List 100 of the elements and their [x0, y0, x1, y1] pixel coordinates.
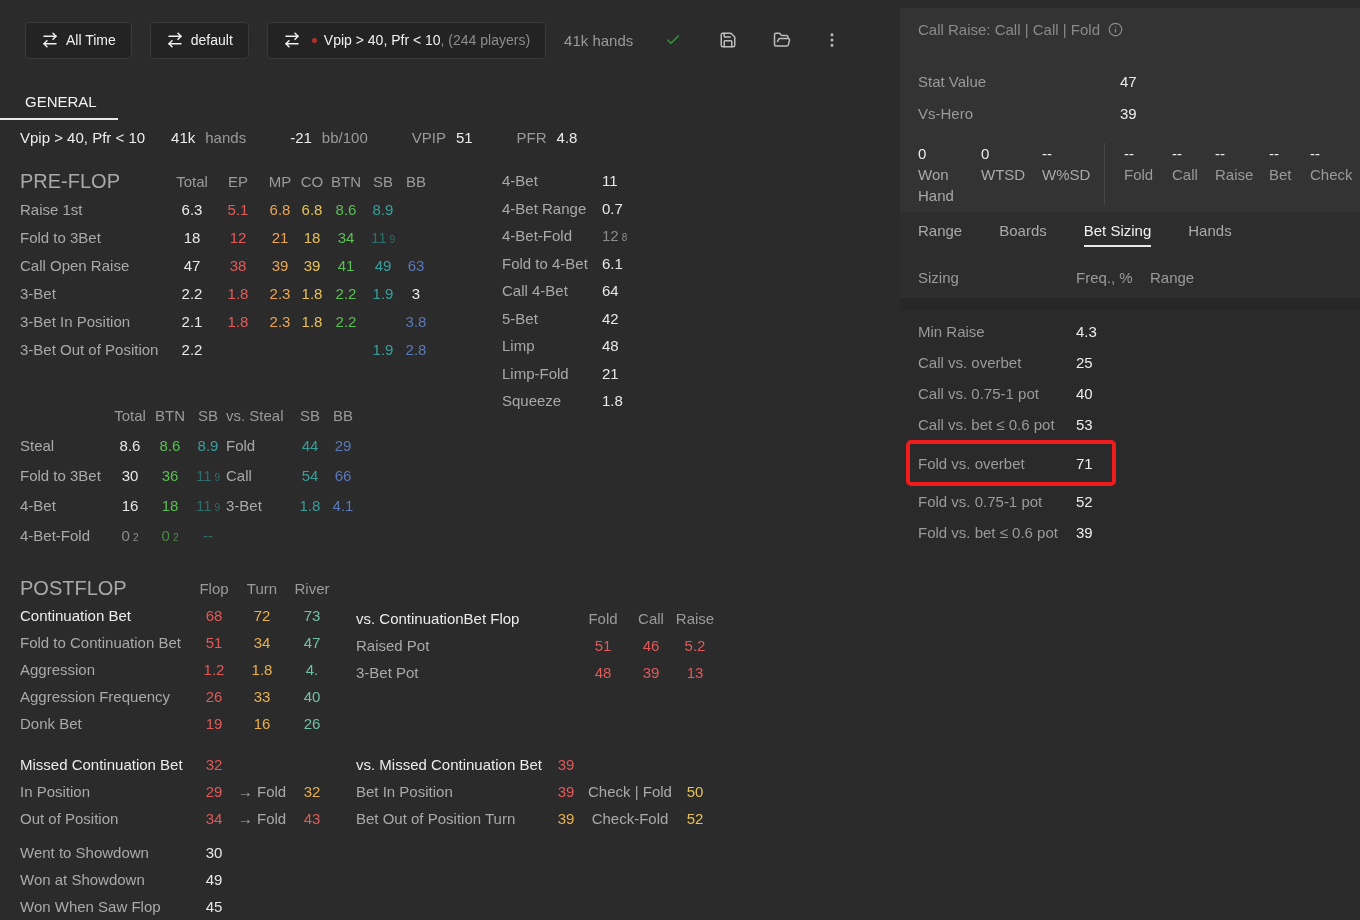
- row-label: Fold to 3Bet: [20, 467, 101, 484]
- row-label: Call Open Raise: [20, 256, 130, 274]
- stat-value: 6.3: [181, 200, 203, 218]
- row-label: Continuation Bet: [20, 606, 131, 624]
- stat-name: Check: [1310, 165, 1353, 185]
- stat-name: Raise: [1215, 165, 1254, 185]
- sizing-label: Fold vs. overbet: [918, 454, 1025, 472]
- swap-icon: [282, 31, 301, 49]
- row-label: 4-Bet-Fold: [20, 527, 91, 544]
- stat-number: --: [1310, 144, 1320, 164]
- column-header: Sizing: [918, 269, 959, 286]
- value-label: Fold: [226, 437, 256, 454]
- column-header: Fold: [588, 609, 618, 627]
- stat-value: 4.: [305, 660, 319, 678]
- stat-value: 39: [271, 256, 289, 274]
- stat-value: 38: [229, 256, 247, 274]
- column-header: SB: [300, 407, 320, 424]
- column-header: vs. Steal: [226, 407, 284, 424]
- section-tab[interactable]: GENERAL: [0, 86, 118, 120]
- stat-value: 33: [253, 687, 271, 705]
- column-header: Flop: [199, 579, 229, 597]
- summary-value: 4.8: [556, 128, 578, 146]
- stat-value: 32: [303, 782, 321, 800]
- summary-unit: hands: [205, 128, 247, 146]
- stat-value: 51: [594, 636, 612, 654]
- swap-icon: [41, 31, 59, 49]
- detail-tab[interactable]: Hands: [1188, 222, 1232, 247]
- stat-value: 45: [205, 897, 223, 915]
- section-title: PRE-FLOP: [20, 169, 121, 193]
- stat-value: 2.2: [335, 284, 357, 302]
- stat-number: --: [1215, 144, 1225, 164]
- row-label: Raise 1st: [20, 200, 83, 218]
- stat-value: 29: [334, 437, 352, 454]
- row-label: Raised Pot: [356, 636, 430, 654]
- stat-value: 2.2: [181, 284, 203, 302]
- column-header: Range: [1150, 269, 1195, 286]
- value-label: → Fold: [237, 782, 287, 800]
- stat-name: Won Hand: [918, 165, 955, 206]
- stat-value: 1.9: [372, 340, 394, 358]
- sizing-label: Call vs. bet ≤ 0.6 pot: [918, 416, 1055, 433]
- row-label: Fold to 4-Bet: [502, 254, 588, 272]
- row-label: Went to Showdown: [20, 843, 149, 861]
- column-header: River: [294, 579, 330, 597]
- stat-value: 39: [557, 755, 575, 773]
- row-label: Aggression: [20, 660, 96, 678]
- range-button[interactable]: All Time: [25, 21, 132, 59]
- stat-value: 46: [642, 636, 660, 654]
- filter-button[interactable]: Vpip > 40, Pfr < 10, (244 players): [266, 21, 547, 59]
- info-icon[interactable]: [1108, 22, 1123, 37]
- row-label: Fold to 3Bet: [20, 228, 101, 246]
- filter-name: Vpip > 40, Pfr < 10: [20, 128, 146, 146]
- detail-title: Call Raise: Call | Call | Fold: [918, 21, 1100, 38]
- detail-tab[interactable]: Range: [918, 222, 963, 247]
- stat-value: 6.8: [301, 200, 323, 218]
- stat-value: 2.2: [181, 340, 203, 358]
- stat-value: 30: [205, 843, 223, 861]
- detail-value: 47: [1120, 72, 1138, 90]
- stat-value: 39: [303, 256, 321, 274]
- stat-name: WTSD: [981, 165, 1027, 185]
- sizing-label: Call vs. overbet: [918, 354, 1022, 371]
- stat-value: 41: [337, 256, 355, 274]
- stat-value: 1.8: [602, 392, 623, 410]
- column-header: BTN: [155, 407, 185, 424]
- detail-tab[interactable]: Boards: [999, 222, 1047, 247]
- summary-label: PFR: [516, 128, 547, 146]
- range-button[interactable]: default: [149, 21, 249, 59]
- stat-value: 48: [602, 337, 619, 355]
- stat-value: 47: [183, 256, 201, 274]
- column-header: BTN: [331, 172, 361, 190]
- stat-number: 0: [981, 144, 990, 164]
- stat-value: 5.1: [227, 200, 249, 218]
- sizing-value: 53: [1076, 416, 1093, 433]
- row-label: Call 4-Bet: [502, 282, 568, 300]
- stat-value: 19: [205, 714, 223, 732]
- row-label: Limp-Fold: [502, 364, 569, 382]
- save-icon[interactable]: [719, 31, 738, 49]
- stat-value: 18: [183, 228, 201, 246]
- stat-value: 52: [686, 809, 704, 827]
- stat-number: 0: [918, 144, 927, 164]
- row-label: Fold to Continuation Bet: [20, 633, 181, 651]
- stat-value: 1.9: [372, 284, 394, 302]
- column-header: EP: [228, 172, 248, 190]
- row-label: vs. Missed Continuation Bet: [356, 755, 542, 773]
- value-label: Call: [226, 467, 252, 484]
- column-header: BB: [406, 172, 426, 190]
- row-label: 4-Bet Range: [502, 199, 587, 217]
- stat-value: 68: [205, 606, 223, 624]
- stat-value: 72: [253, 606, 271, 624]
- stat-value: 49: [205, 870, 223, 888]
- stat-value: 8.9: [197, 437, 219, 454]
- row-label: Won at Showdown: [20, 870, 145, 888]
- stat-value: 44: [301, 437, 319, 454]
- stat-value: 1.8: [227, 284, 249, 302]
- stat-value: 48: [594, 663, 612, 681]
- column-header: Call: [638, 609, 664, 627]
- stat-value: 8.9: [372, 200, 394, 218]
- row-label: 4-Bet-Fold: [502, 227, 573, 245]
- sizing-value: 52: [1076, 493, 1093, 510]
- stat-value: 11: [602, 172, 618, 190]
- folder-icon[interactable]: [773, 31, 792, 49]
